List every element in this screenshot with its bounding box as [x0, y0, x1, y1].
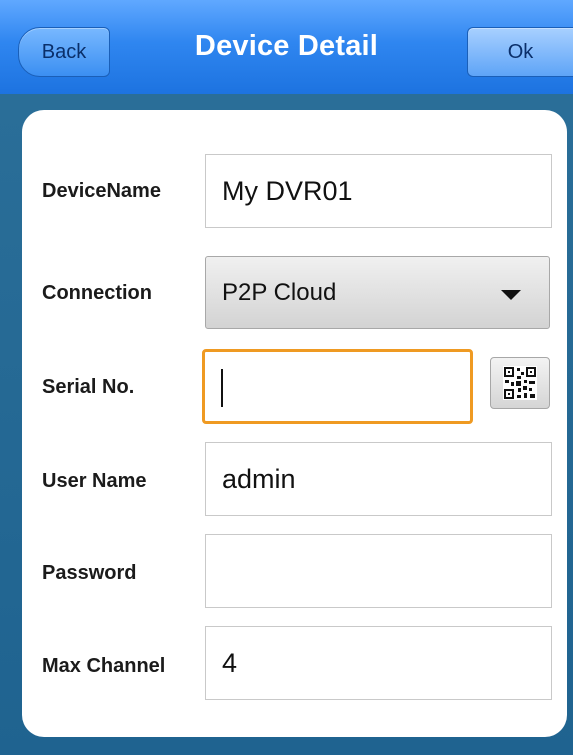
connection-value: P2P Cloud	[222, 278, 337, 306]
device-name-field[interactable]: My DVR01	[205, 154, 552, 228]
device-name-label: DeviceName	[42, 180, 161, 202]
max-channel-field[interactable]: 4	[205, 626, 552, 700]
max-channel-label: Max Channel	[42, 655, 166, 677]
password-field[interactable]	[205, 534, 552, 608]
serial-no-field[interactable]	[202, 349, 473, 424]
max-channel-value: 4	[222, 647, 238, 678]
user-name-label: User Name	[42, 470, 147, 492]
device-name-value: My DVR01	[222, 175, 353, 206]
text-cursor	[221, 369, 223, 407]
ok-button-label: Ok	[507, 40, 534, 63]
ok-button[interactable]: Ok	[467, 27, 573, 77]
title-bar: Back Device Detail Ok	[0, 0, 573, 95]
scan-qr-button[interactable]	[490, 357, 550, 409]
user-name-field[interactable]: admin	[205, 442, 552, 516]
user-name-value: admin	[222, 463, 296, 494]
qr-code-icon	[503, 366, 537, 400]
caret-down-icon	[501, 290, 521, 300]
password-label: Password	[42, 562, 137, 584]
device-detail-screen: Back Device Detail Ok DeviceName My DVR0…	[0, 0, 573, 755]
serial-no-label: Serial No.	[42, 376, 135, 398]
connection-label: Connection	[42, 282, 152, 304]
connection-dropdown[interactable]: P2P Cloud	[205, 256, 550, 329]
